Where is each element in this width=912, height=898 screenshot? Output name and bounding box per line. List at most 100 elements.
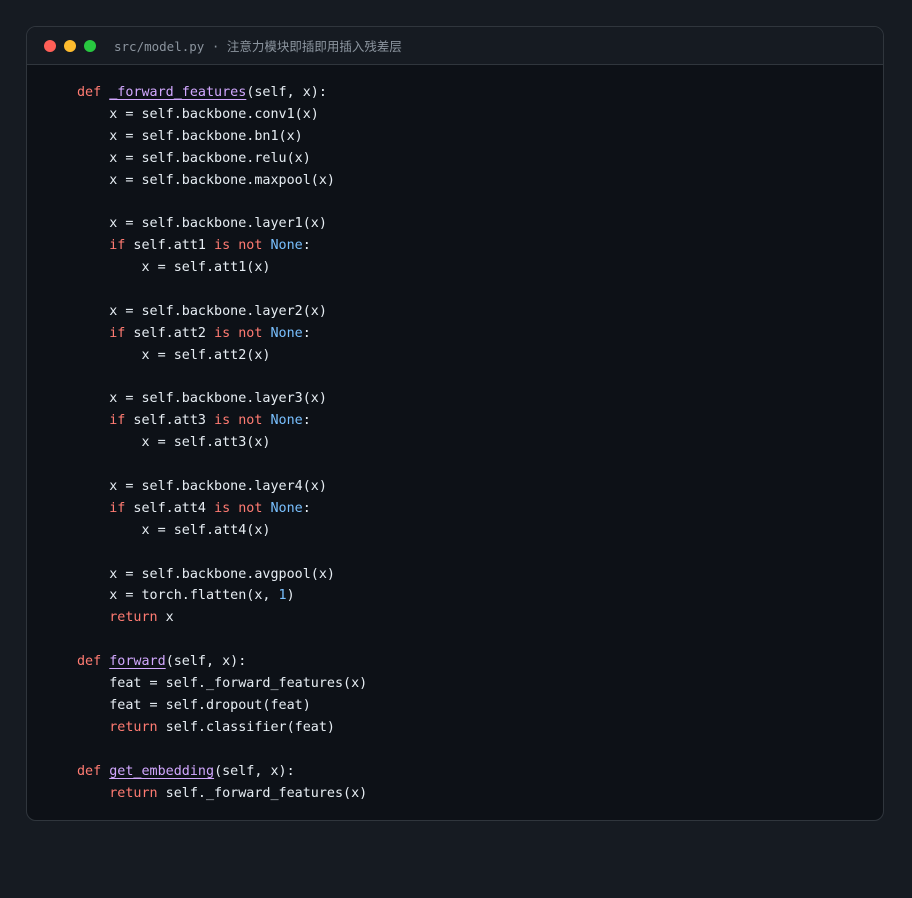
code-token: : xyxy=(302,325,311,341)
close-button[interactable] xyxy=(44,39,56,52)
code-line: x = self.att3(x) xyxy=(77,432,883,454)
code-line: x = self.att4(x) xyxy=(77,520,883,542)
code-token: : xyxy=(302,238,311,254)
kw-token: if xyxy=(109,500,126,516)
code-token: x = self.backbone.layer2(x) xyxy=(77,303,327,319)
code-line: x = self.backbone.bn1(x) xyxy=(77,126,883,148)
num-token: 1 xyxy=(278,588,287,604)
kw-token: is not xyxy=(214,238,263,254)
window-title: src/model.py · 注意力模块即插即用插入残差层 xyxy=(114,39,402,54)
code-line: def forward(self, x): xyxy=(77,651,883,673)
code-token: (self, x): xyxy=(214,763,295,779)
code-line: if self.att3 is not None: xyxy=(77,410,883,432)
kw-token: if xyxy=(109,325,126,341)
function-name-token: forward xyxy=(109,654,166,670)
kw-token: is not xyxy=(214,325,263,341)
code-line: return x xyxy=(77,607,883,629)
code-token: self.classifier(feat) xyxy=(157,719,335,735)
code-token: x = self.backbone.conv1(x) xyxy=(77,106,319,122)
minimize-button[interactable] xyxy=(64,39,76,52)
code-token: ) xyxy=(286,588,295,604)
function-name-token: _forward_features xyxy=(109,85,247,100)
code-line: feat = self.dropout(feat) xyxy=(77,695,883,717)
code-line: x = self.backbone.avgpool(x) xyxy=(77,564,883,586)
code-line: feat = self._forward_features(x) xyxy=(77,673,883,695)
kw-token: def xyxy=(77,763,102,779)
code-token: self.att2 xyxy=(125,325,215,341)
code-token: x = self.backbone.bn1(x) xyxy=(77,128,303,144)
code-line: x = self.att2(x) xyxy=(77,345,883,367)
code-line: return self._forward_features(x) xyxy=(77,783,883,805)
code-line: x = self.backbone.maxpool(x) xyxy=(77,170,883,192)
code-token: x = self.backbone.avgpool(x) xyxy=(77,566,335,582)
const-token: None xyxy=(270,500,303,516)
code-line: x = torch.flatten(x, 1) xyxy=(77,585,883,607)
code-line: x = self.backbone.layer2(x) xyxy=(77,301,883,323)
code-token: x = self.backbone.maxpool(x) xyxy=(77,172,335,188)
kw-token: def xyxy=(77,85,102,100)
kw-token: is not xyxy=(214,413,263,429)
code-line: x = self.backbone.layer1(x) xyxy=(77,213,883,235)
kw-token: if xyxy=(109,238,126,254)
code-token: : xyxy=(302,500,311,516)
code-token: x = self.backbone.layer3(x) xyxy=(77,391,327,407)
code-token: x = self.att1(x) xyxy=(77,260,271,276)
code-line: x = self.att1(x) xyxy=(77,257,883,279)
code-token: x = self.backbone.layer1(x) xyxy=(77,216,327,232)
kw-token: if xyxy=(109,413,126,429)
code-token: x = self.att3(x) xyxy=(77,435,271,451)
code-token: x = torch.flatten(x, xyxy=(77,588,279,604)
code-window: src/model.py · 注意力模块即插即用插入残差层 def _forwa… xyxy=(26,26,884,821)
code-line: def _forward_features(self, x): xyxy=(77,82,883,104)
code-token: (self, x): xyxy=(246,85,327,100)
title-bar: src/model.py · 注意力模块即插即用插入残差层 xyxy=(27,27,883,65)
code-line: x = self.backbone.layer4(x) xyxy=(77,476,883,498)
code-token: feat = self._forward_features(x) xyxy=(77,676,368,692)
kw-token: return xyxy=(109,610,158,626)
code-token: feat = self.dropout(feat) xyxy=(77,697,311,713)
code-block[interactable]: def _forward_features(self, x): x = self… xyxy=(27,65,883,804)
code-token: self._forward_features(x) xyxy=(157,785,368,801)
function-name-token: get_embedding xyxy=(109,763,215,779)
maximize-button[interactable] xyxy=(84,39,96,52)
kw-token: def xyxy=(77,654,102,670)
code-token: (self, x): xyxy=(165,654,247,670)
code-token: self.att4 xyxy=(125,500,215,516)
kw-token: is not xyxy=(214,500,263,516)
code-line: if self.att4 is not None: xyxy=(77,498,883,520)
code-token: x = self.att2(x) xyxy=(77,347,271,363)
code-token: x = self.backbone.relu(x) xyxy=(77,150,311,166)
code-token: x = self.att4(x) xyxy=(77,522,271,538)
code-token: x xyxy=(157,610,174,626)
code-line: return self.classifier(feat) xyxy=(77,717,883,739)
kw-token: return xyxy=(109,785,158,801)
const-token: None xyxy=(270,413,303,429)
code-line: if self.att1 is not None: xyxy=(77,235,883,257)
code-line: x = self.backbone.layer3(x) xyxy=(77,388,883,410)
code-line: x = self.backbone.conv1(x) xyxy=(77,104,883,126)
code-line: x = self.backbone.relu(x) xyxy=(77,148,883,170)
code-line: def get_embedding(self, x): xyxy=(77,761,883,783)
const-token: None xyxy=(270,325,303,341)
code-token: : xyxy=(302,413,311,429)
code-token: x = self.backbone.layer4(x) xyxy=(77,479,327,495)
kw-token: return xyxy=(109,719,158,735)
